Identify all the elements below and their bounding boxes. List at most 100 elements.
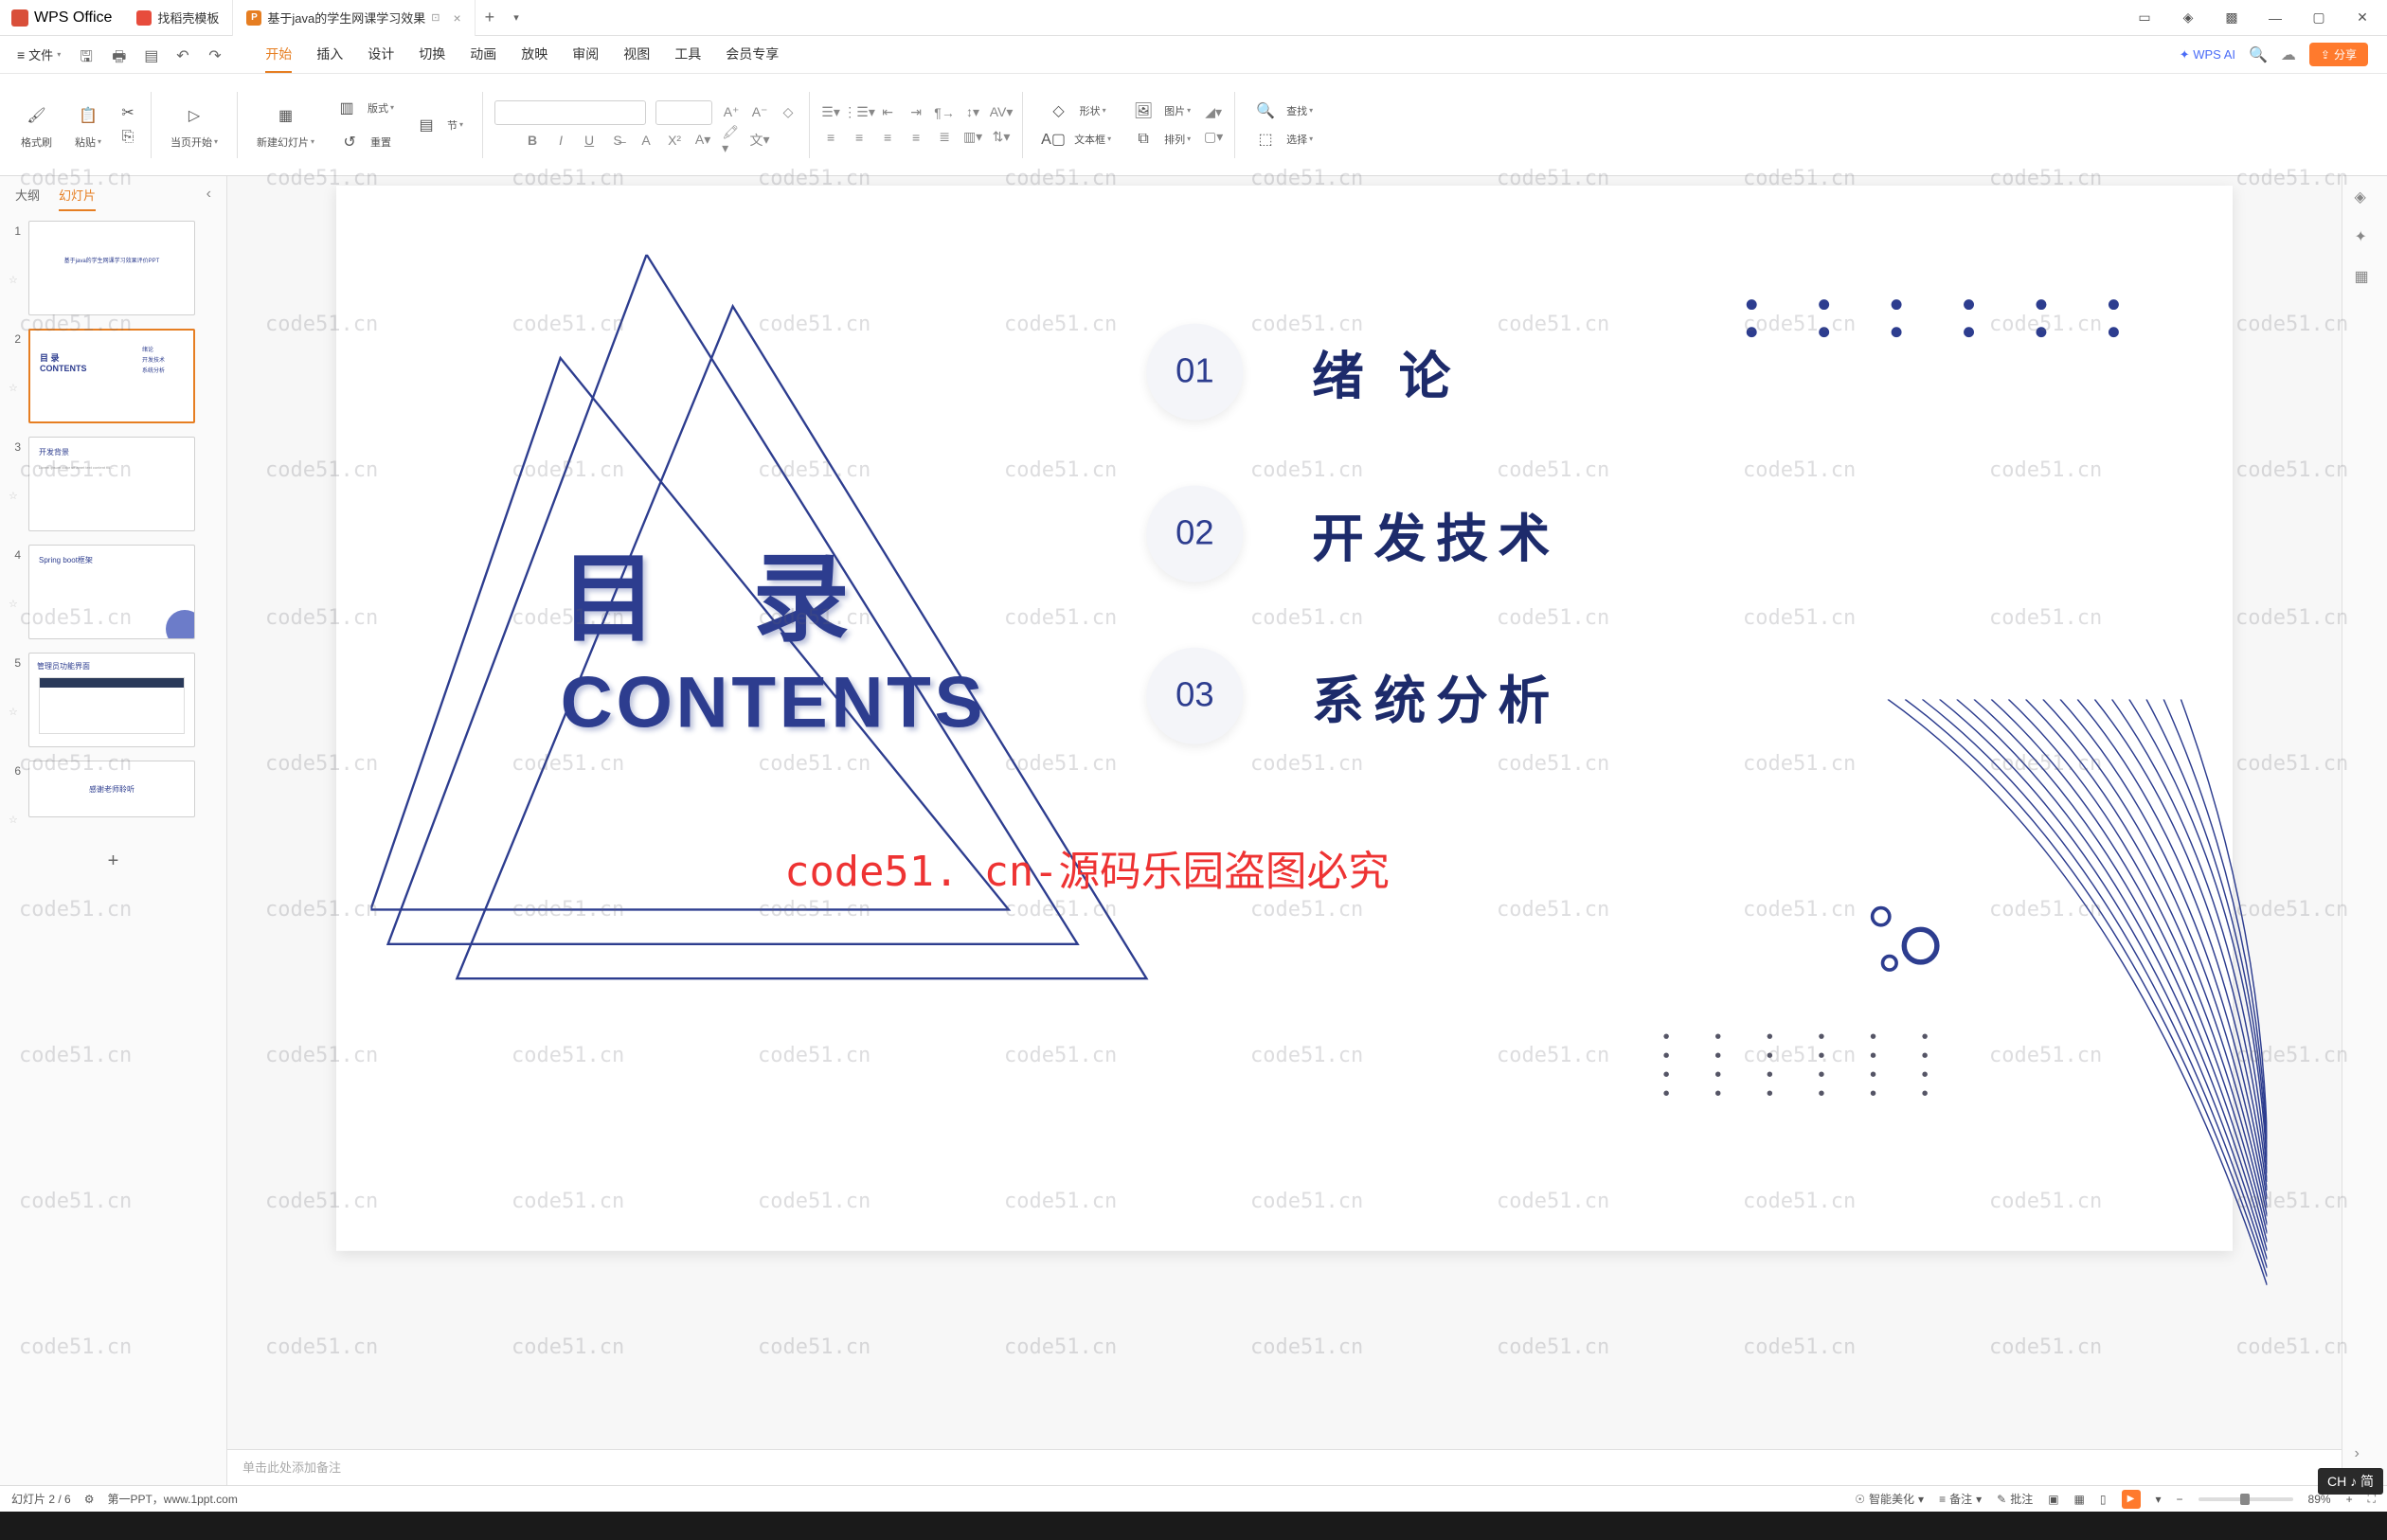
align-distribute-icon[interactable]: ≣ [935,128,954,147]
columns-icon[interactable]: ▥▾ [963,128,982,147]
collapse-panel-icon[interactable]: ‹ [206,186,211,211]
tab-review[interactable]: 审阅 [572,37,599,73]
cube-icon[interactable]: ◈ [2167,3,2209,33]
increase-font-icon[interactable]: A⁺ [722,103,741,122]
tab-menu-button[interactable]: ▾ [504,11,529,24]
tab-design[interactable]: 设计 [368,37,394,73]
thumbnail-3[interactable]: 开发背景 Lorem ipsum dolor sit amet text con… [28,437,195,531]
strike-icon[interactable]: S̶ [608,131,627,150]
maximize-button[interactable]: ▢ [2298,3,2340,33]
slide-title[interactable]: 目 录 CONTENTS [561,522,987,744]
tab-start[interactable]: 开始 [265,37,292,73]
clear-format-icon[interactable]: ◇ [779,103,798,122]
ime-indicator[interactable]: CH ♪ 简 [2318,1468,2383,1495]
format-painter-group[interactable]: 🖌 格式刷 [13,100,60,150]
bullets-icon[interactable]: ☰▾ [821,103,840,122]
star-icon[interactable]: ☆ [9,679,20,718]
thumbnail-5[interactable]: 管理员功能界面 [28,653,195,747]
notes-button[interactable]: ≡ 备注 ▾ [1939,1491,1982,1507]
tab-view[interactable]: 视图 [623,37,650,73]
decrease-font-icon[interactable]: A⁻ [750,103,769,122]
from-current-group[interactable]: ▷ 当页开始▾ [163,100,225,150]
thumbnail-4[interactable]: Spring boot框架 [28,545,195,639]
save-icon[interactable]: 🖫 [80,46,97,63]
copy-icon[interactable]: ⎘ [117,126,139,149]
superscript-icon[interactable]: X² [665,131,684,150]
outdent-icon[interactable]: ⇤ [878,103,897,122]
font-color-icon[interactable]: A▾ [693,131,712,150]
cloud-icon[interactable]: ☁ [2281,45,2296,64]
share-button[interactable]: ⇪ 分享 [2309,43,2368,66]
star-icon[interactable]: ☆ [9,787,20,826]
avatar-icon[interactable]: ▩ [2211,3,2252,33]
wps-ai-button[interactable]: ✦ WPS AI [2180,47,2235,63]
thumbnail-1[interactable]: 基于java的学生网课学习效果评价PPT [28,221,195,315]
tab-template[interactable]: 找稻壳模板 [123,0,233,36]
canvas[interactable]: 目 录 CONTENTS 01 绪 论 02 开发技术 03 系统分析 [227,176,2342,1449]
underline-icon[interactable]: U [580,131,599,150]
tab-transition[interactable]: 切换 [419,37,445,73]
indent-icon[interactable]: ⇥ [906,103,925,122]
star-icon[interactable]: ☆ [9,355,20,394]
outline-icon[interactable]: ▢▾ [1204,128,1223,147]
numbering-icon[interactable]: ⋮☰▾ [850,103,869,122]
align-center-icon[interactable]: ≡ [850,128,869,147]
slides-tab[interactable]: 幻灯片 [59,186,96,211]
find-button[interactable]: 🔍 查找▾ [1247,99,1320,122]
tab-pin-icon[interactable]: ⊡ [431,11,440,24]
reset-button[interactable]: ↺ 重置 [331,131,399,153]
redo-icon[interactable]: ↷ [208,46,225,63]
textbox-button[interactable]: A▢ 文本框▾ [1034,128,1119,151]
text-direction-icon[interactable]: ⇅▾ [992,128,1011,147]
close-icon[interactable]: × [453,10,460,26]
star-icon[interactable]: ☆ [9,247,20,286]
close-window-button[interactable]: ✕ [2342,3,2383,33]
tab-slideshow[interactable]: 放映 [521,37,547,73]
styles-icon[interactable]: ◈ [2355,188,2376,208]
file-menu[interactable]: ≡ 文件 ▾ [9,45,68,63]
tab-member[interactable]: 会员专享 [726,37,779,73]
theme-icon[interactable]: ⚙ [84,1493,95,1506]
section-button[interactable]: ▤ 节▾ [407,114,471,136]
paste-group[interactable]: 📋 粘贴▾ [65,100,111,150]
new-tab-button[interactable]: + [476,8,505,27]
align-right-icon[interactable]: ≡ [878,128,897,147]
zoom-slider[interactable] [2199,1497,2293,1501]
animation-icon[interactable]: ✦ [2355,227,2376,248]
italic-icon[interactable]: I [551,131,570,150]
star-icon[interactable]: ☆ [9,463,20,502]
workspace-icon[interactable]: ▭ [2124,3,2165,33]
tab-tools[interactable]: 工具 [674,37,701,73]
select-button[interactable]: ⬚ 选择▾ [1247,128,1320,151]
layout-button[interactable]: ▥ 版式▾ [328,97,402,119]
new-slide-group[interactable]: ▦ 新建幻灯片▾ [249,100,322,150]
print-icon[interactable]: 🖶 [112,46,129,63]
slideshow-dropdown[interactable]: ▾ [2156,1493,2162,1506]
thumbnail-6[interactable]: 感谢老师聆听 [28,761,195,817]
cut-icon[interactable]: ✂ [117,101,139,124]
search-icon[interactable]: 🔍 [2249,45,2268,64]
print-preview-icon[interactable]: ▤ [144,46,161,63]
view-sorter-icon[interactable]: ▦ [2074,1493,2085,1506]
undo-icon[interactable]: ↶ [176,46,193,63]
arrange-button[interactable]: ⧉ 排列▾ [1124,128,1198,151]
outline-tab[interactable]: 大纲 [15,186,40,211]
font-family-select[interactable] [494,100,646,125]
tab-animation[interactable]: 动画 [470,37,496,73]
bold-icon[interactable]: B [523,131,542,150]
smart-beautify-button[interactable]: ☉ 智能美化 ▾ [1855,1491,1924,1507]
zoom-out-icon[interactable]: − [2177,1493,2183,1506]
resources-icon[interactable]: ▦ [2355,267,2376,288]
align-justify-icon[interactable]: ≡ [906,128,925,147]
view-normal-icon[interactable]: ▣ [2048,1493,2058,1506]
shadow-icon[interactable]: A [637,131,655,150]
view-reading-icon[interactable]: ▯ [2100,1493,2107,1506]
tab-document[interactable]: P 基于java的学生网课学习效果 ⊡ × [233,0,475,36]
char-spacing-icon[interactable]: AV▾ [992,103,1011,122]
add-slide-button[interactable]: + [8,839,219,884]
shape-button[interactable]: ◇ 形状▾ [1040,99,1114,122]
font-size-select[interactable] [655,100,712,125]
slide[interactable]: 目 录 CONTENTS 01 绪 论 02 开发技术 03 系统分析 [336,186,2233,1251]
tab-insert[interactable]: 插入 [316,37,343,73]
thumbnail-2[interactable]: 目 录CONTENTS 绪论 开发技术 系统分析 [28,329,195,423]
